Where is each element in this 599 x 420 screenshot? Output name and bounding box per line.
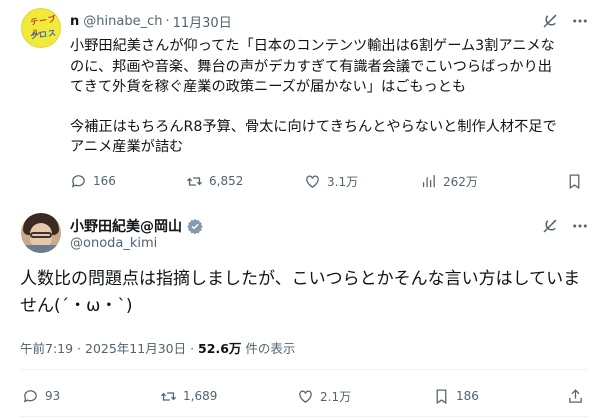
share-button[interactable] — [567, 386, 590, 406]
reply-count: 93 — [45, 389, 61, 403]
bookmark-icon — [569, 173, 580, 189]
tweet-body: 人数比の問題点は指摘しましたが、こいつらとかそんな言い方はしていま せん(´・ω… — [20, 266, 585, 320]
views-button[interactable]: 262万 — [420, 171, 478, 191]
share-icon — [569, 388, 582, 403]
repost-icon — [160, 391, 177, 401]
views-count: 52.6万 — [198, 341, 242, 356]
tweet-line: てきて外貨を稼ぐ産業の政策ニーズが届かない」はごもっとも — [70, 79, 467, 95]
like-count: 3.1万 — [327, 174, 359, 189]
reply-icon — [23, 389, 37, 403]
more-icon[interactable] — [571, 217, 589, 235]
more-icon[interactable] — [571, 12, 589, 30]
divider — [20, 416, 588, 417]
tweet-line: のに、邦画や音楽、舞台の声がデカすぎて有識者会議でこいつらばっかり出 — [70, 58, 552, 75]
bookmark-count: 186 — [456, 389, 479, 403]
display-name[interactable]: n — [70, 14, 79, 29]
avatar[interactable]: テーブル クロス — [21, 8, 61, 48]
user-handle[interactable]: @onoda_kimi — [70, 236, 157, 251]
tweet-line: せん(´・ω・`) — [20, 296, 133, 316]
like-icon — [299, 390, 312, 403]
verified-badge-icon[interactable] — [187, 218, 203, 234]
tweet-date[interactable]: 11月30日 — [173, 12, 232, 31]
grok-icon[interactable] — [541, 217, 559, 235]
grok-icon[interactable] — [541, 12, 559, 30]
tweet-line: アニメ産業が詰む — [70, 139, 184, 155]
like-button[interactable]: 3.1万 — [304, 171, 358, 191]
tweet-actions: 93 1,689 2.1万 186 — [22, 386, 588, 406]
tweet-meta: 午前7:19 · 2025年11月30日 · 52.6万 件の表示 — [20, 338, 295, 357]
bookmark-button[interactable] — [566, 171, 589, 191]
separator: · — [165, 13, 170, 29]
tweet-actions: 166 6,852 3.1万 262万 — [70, 171, 590, 191]
like-count: 2.1万 — [320, 389, 352, 404]
tweet-line: 小野田紀美さんが仰ってた「日本のコンテンツ輸出は6割ゲーム3割アニメな — [70, 38, 555, 54]
views-icon — [422, 174, 435, 187]
like-button[interactable]: 2.1万 — [297, 386, 351, 406]
like-icon — [306, 175, 319, 188]
views-label: 件の表示 — [241, 341, 296, 356]
bookmark-button[interactable]: 186 — [433, 386, 479, 406]
divider — [20, 369, 588, 370]
user-handle[interactable]: @hinabe_ch — [83, 14, 162, 29]
views-count: 262万 — [443, 174, 478, 189]
reply-button[interactable]: 166 — [70, 171, 116, 191]
repost-button[interactable]: 1,689 — [160, 386, 217, 406]
tweet-header: n @hinabe_ch · 11月30日 — [70, 11, 232, 31]
repost-button[interactable]: 6,852 — [186, 171, 243, 191]
avatar[interactable] — [21, 213, 61, 253]
avatar-text-bottom: クロス — [29, 28, 58, 41]
reply-count: 166 — [93, 174, 116, 188]
repost-count: 6,852 — [209, 174, 244, 188]
tweet-timestamp[interactable]: 午前7:19 · 2025年11月30日 · — [20, 341, 198, 356]
repost-icon — [186, 176, 203, 186]
tweet-body: 小野田紀美さんが仰ってた「日本のコンテンツ輸出は6割ゲーム3割アニメな のに、邦… — [70, 36, 586, 158]
repost-count: 1,689 — [183, 389, 218, 403]
author-name-row: 小野田紀美@岡山 — [70, 216, 203, 236]
display-name[interactable]: 小野田紀美@岡山 — [70, 216, 182, 236]
tweet-line: 人数比の問題点は指摘しましたが、こいつらとかそんな言い方はしていま — [20, 269, 581, 289]
bookmark-icon — [436, 388, 447, 404]
reply-icon — [71, 174, 85, 188]
reply-button[interactable]: 93 — [22, 386, 60, 406]
tweet-line: 今補正はもちろんR8予算、骨太に向けてきちんとやらないと制作人材不足で — [70, 118, 557, 135]
